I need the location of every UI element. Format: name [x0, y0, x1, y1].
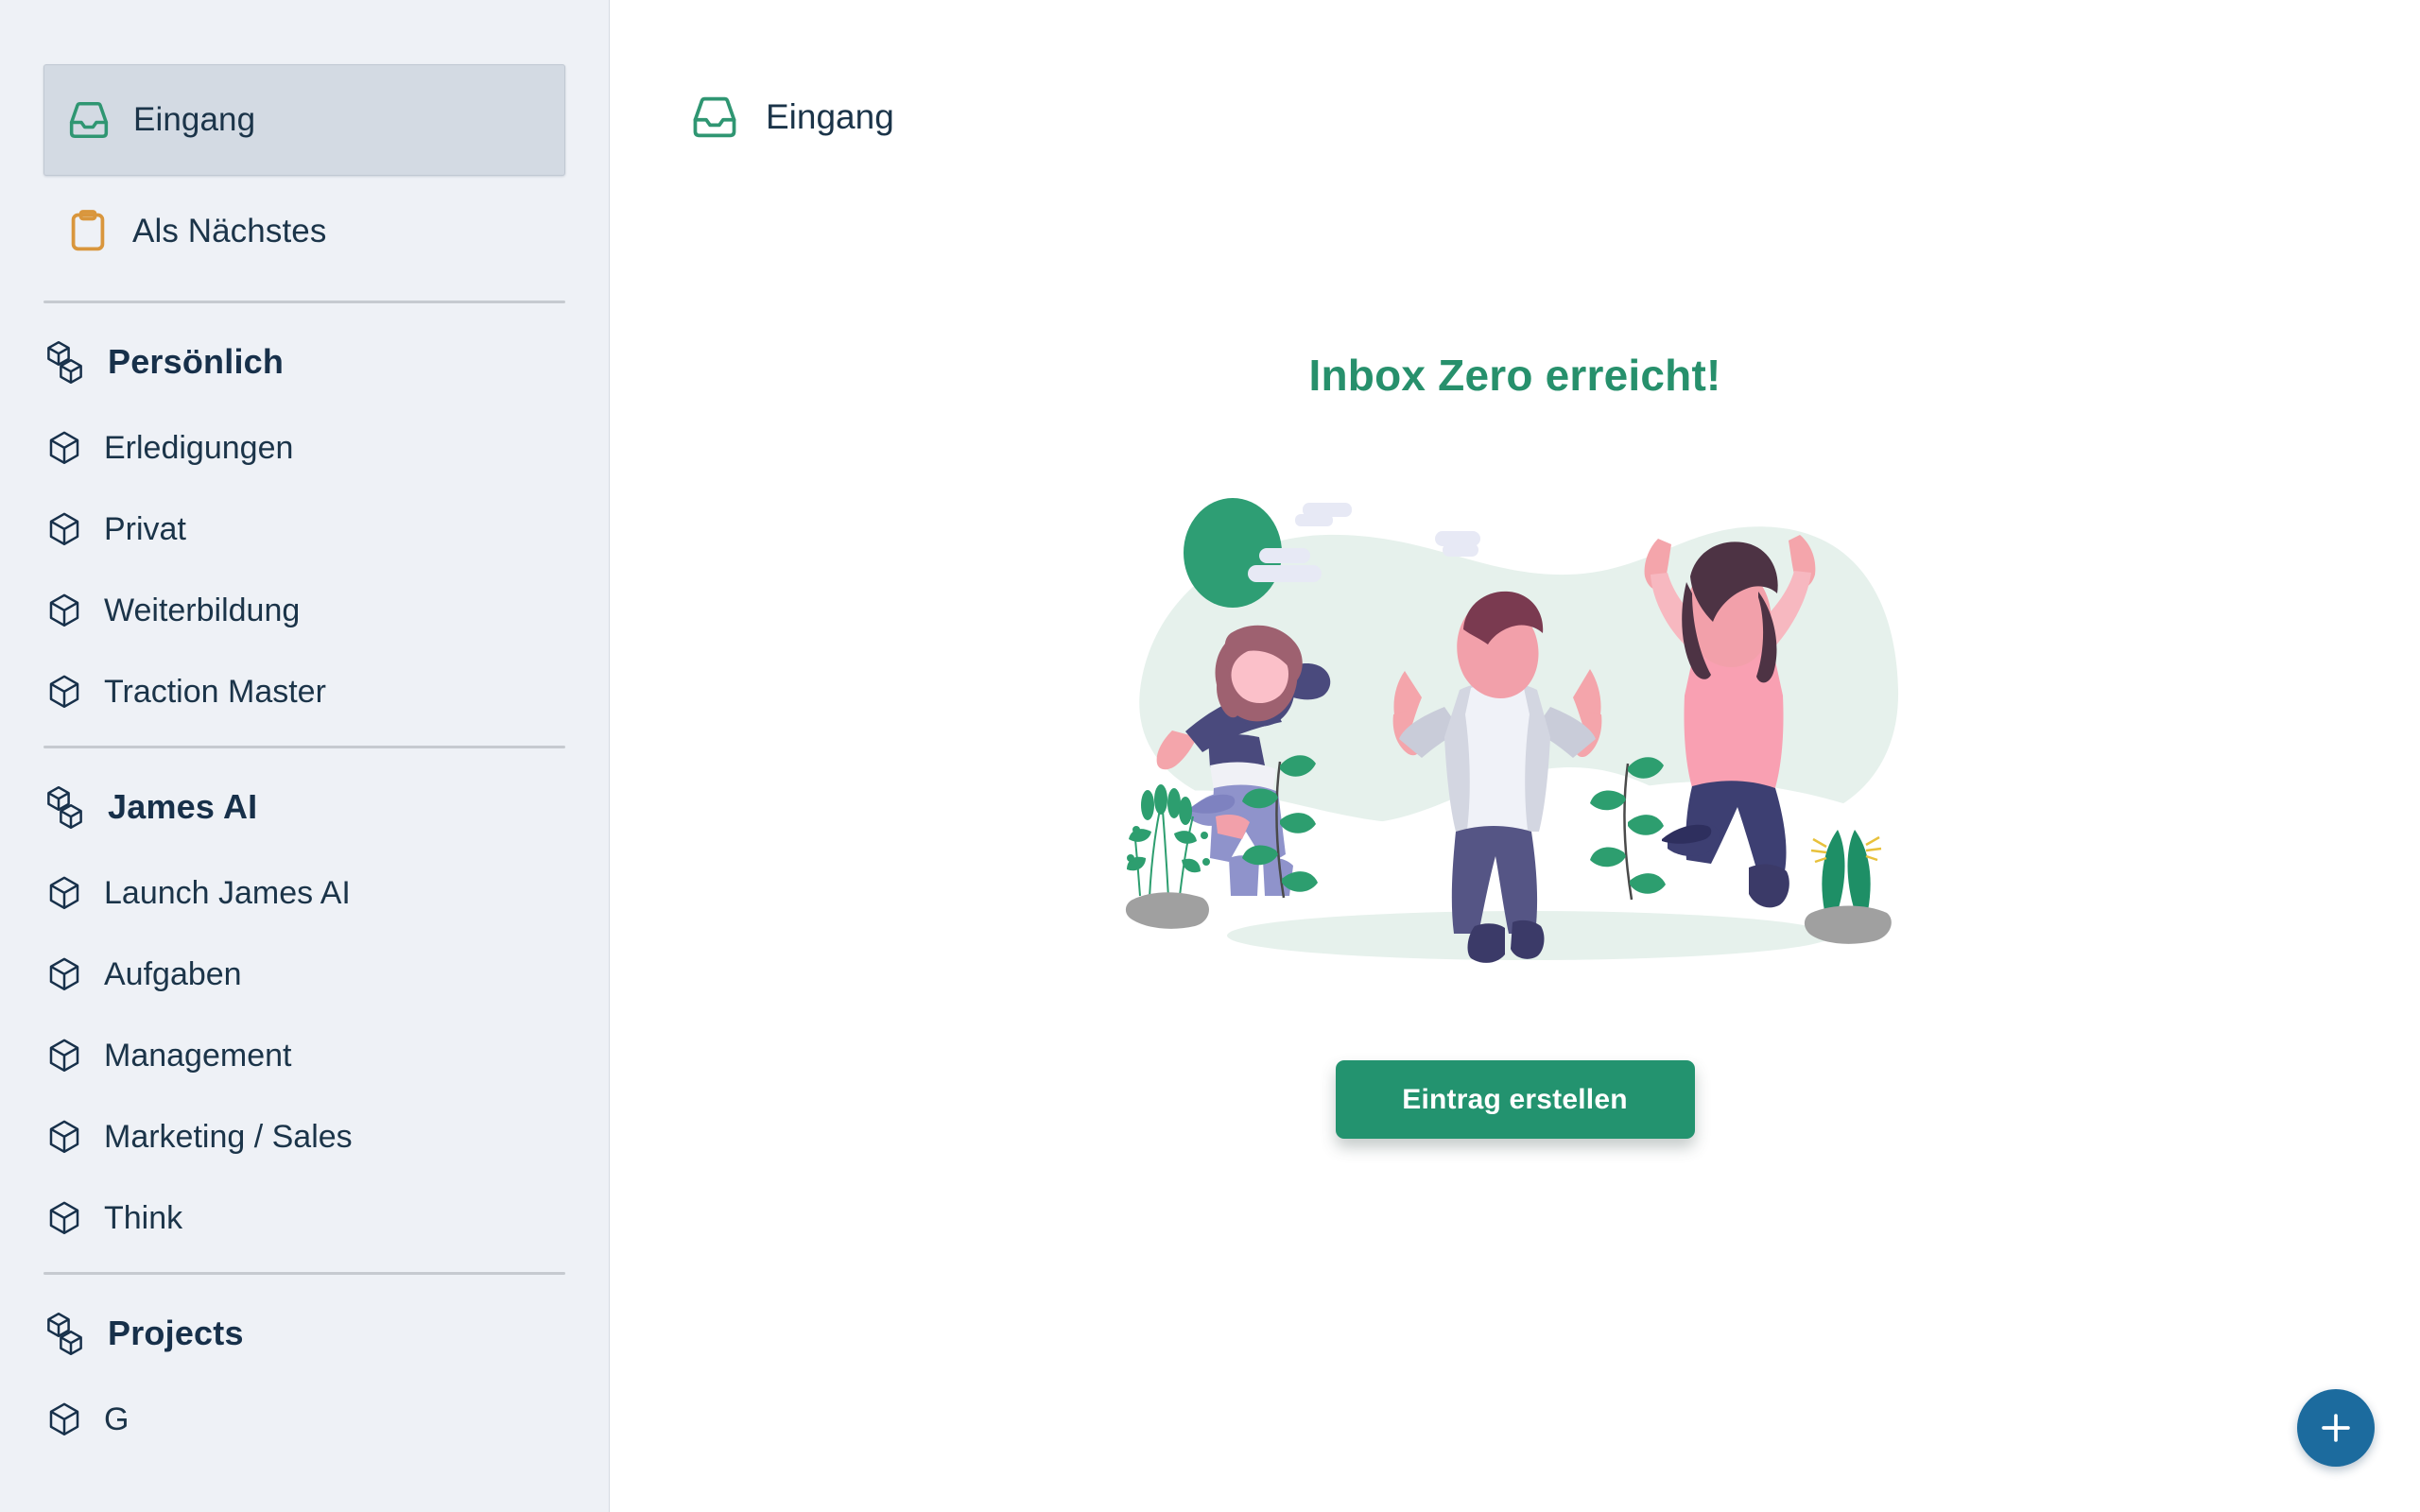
sidebar-item-weiterbildung[interactable]: Weiterbildung — [0, 570, 609, 651]
sidebar-item-label: Als Nächstes — [132, 213, 327, 249]
cube-icon — [45, 510, 83, 548]
stacked-cubes-icon — [43, 1311, 89, 1356]
cube-icon — [45, 1400, 83, 1438]
sidebar-item-label: G — [104, 1400, 130, 1437]
sidebar-item-think[interactable]: Think — [0, 1177, 609, 1259]
stacked-cubes-icon — [43, 339, 89, 385]
cube-icon — [45, 673, 83, 711]
cube-icon — [45, 1118, 83, 1156]
sidebar-section-james-ai[interactable]: James AI — [0, 762, 609, 852]
sidebar-item-g[interactable]: G — [0, 1379, 609, 1460]
app-root: Eingang Als Nächstes Persönlich Erledigu… — [0, 0, 2420, 1512]
people-jumping-celebration-illustration — [1122, 498, 1908, 1002]
stacked-cubes-icon — [43, 784, 89, 830]
sidebar-item-label: Eingang — [133, 101, 256, 138]
sidebar-divider — [43, 746, 565, 748]
main-content: Eingang Inbox Zero erreicht! Eintrag ers… — [610, 0, 2420, 1512]
cube-icon — [45, 592, 83, 629]
sidebar-item-eingang[interactable]: Eingang — [43, 64, 565, 176]
page-title: Eingang — [766, 97, 894, 136]
sidebar-item-management[interactable]: Management — [0, 1015, 609, 1096]
cube-icon — [45, 1037, 83, 1074]
sidebar: Eingang Als Nächstes Persönlich Erledigu… — [0, 0, 610, 1512]
sidebar-item-privat[interactable]: Privat — [0, 489, 609, 570]
empty-state: Inbox Zero erreicht! Eintrag erstellen — [610, 350, 2420, 1139]
sidebar-divider — [43, 1272, 565, 1275]
add-fab-button[interactable] — [2297, 1389, 2375, 1467]
inbox-tray-icon — [688, 91, 741, 144]
sidebar-section-label: James AI — [108, 787, 258, 826]
create-entry-button[interactable]: Eintrag erstellen — [1335, 1060, 1695, 1139]
sidebar-item-label: Marketing / Sales — [104, 1118, 353, 1155]
cube-icon — [45, 955, 83, 993]
sidebar-item-erledigungen[interactable]: Erledigungen — [0, 407, 609, 489]
sidebar-item-label: Weiterbildung — [104, 592, 301, 628]
clipboard-icon — [64, 208, 112, 255]
sidebar-item-traction-master[interactable]: Traction Master — [0, 651, 609, 732]
sidebar-item-label: Erledigungen — [104, 429, 294, 466]
sidebar-item-label: Launch James AI — [104, 874, 351, 911]
sidebar-item-launch-james-ai[interactable]: Launch James AI — [0, 852, 609, 934]
sidebar-section-persoenlich[interactable]: Persönlich — [0, 317, 609, 407]
sidebar-item-marketing-sales[interactable]: Marketing / Sales — [0, 1096, 609, 1177]
sidebar-item-label: Management — [104, 1037, 292, 1074]
page-header: Eingang — [610, 0, 2420, 144]
sidebar-divider — [43, 301, 565, 303]
sidebar-section-projects[interactable]: Projects — [0, 1288, 609, 1379]
sidebar-item-label: Think — [104, 1199, 183, 1236]
cube-icon — [45, 1199, 83, 1237]
empty-state-title: Inbox Zero erreicht! — [1308, 351, 1721, 400]
sidebar-section-label: Persönlich — [108, 342, 285, 381]
rock-right — [1804, 905, 1892, 944]
sidebar-item-als-naechstes[interactable]: Als Nächstes — [43, 176, 565, 287]
sidebar-item-aufgaben[interactable]: Aufgaben — [0, 934, 609, 1015]
sidebar-section-label: Projects — [108, 1314, 244, 1352]
inbox-tray-icon — [65, 96, 112, 144]
sidebar-item-label: Traction Master — [104, 673, 326, 710]
sidebar-item-label: Privat — [104, 510, 186, 547]
sidebar-item-label: Aufgaben — [104, 955, 242, 992]
plus-icon — [2316, 1408, 2356, 1448]
cube-icon — [45, 874, 83, 912]
cube-icon — [45, 429, 83, 467]
